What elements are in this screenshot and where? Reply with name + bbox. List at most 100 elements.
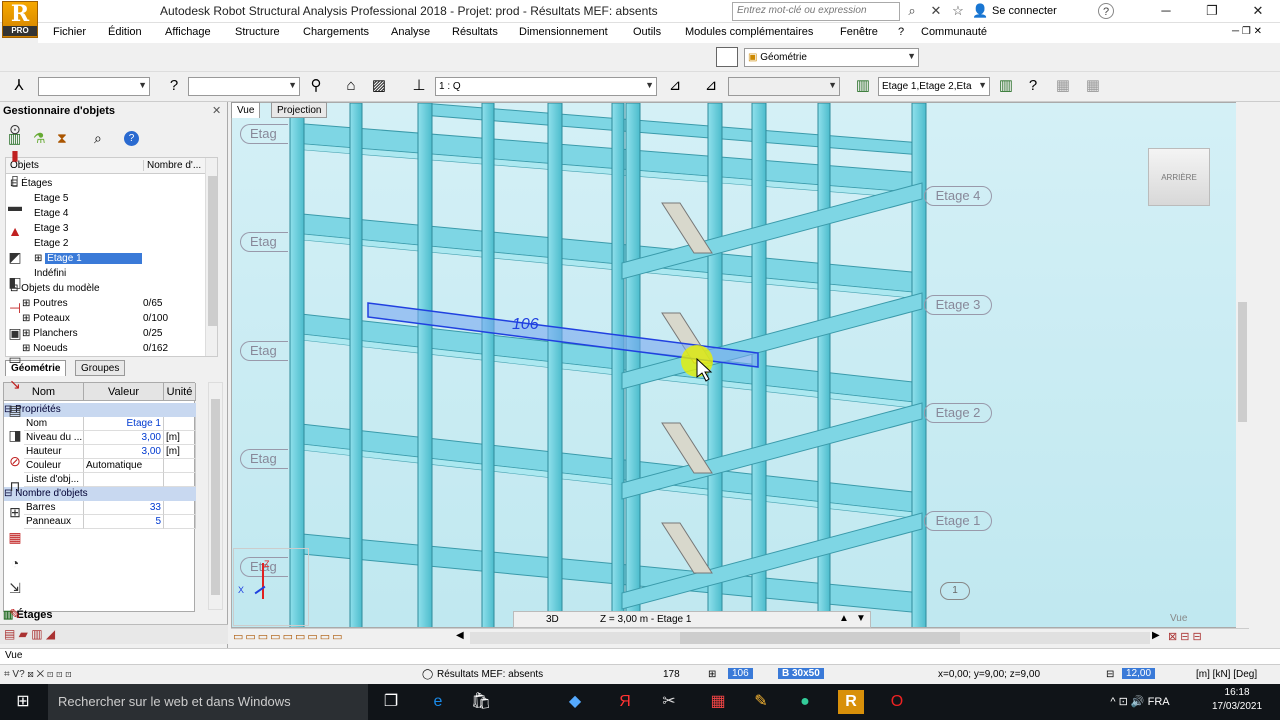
tree-item[interactable]: Indéfini bbox=[34, 268, 66, 279]
home-icon[interactable]: ⌂ bbox=[340, 75, 362, 97]
signin-link[interactable]: Se connecter bbox=[992, 5, 1057, 17]
tab-vue[interactable]: Vue bbox=[231, 102, 261, 118]
maximize-button[interactable]: ❐ bbox=[1189, 0, 1235, 23]
material-icon[interactable]: ◧ bbox=[4, 271, 26, 293]
stories-combo[interactable]: Etage 1,Etage 2,Eta ▼ bbox=[878, 77, 990, 96]
filter-icon[interactable]: ⚗ bbox=[33, 130, 46, 147]
tree-item[interactable]: Etage 2 bbox=[34, 238, 68, 249]
property-value[interactable]: 33 bbox=[84, 501, 164, 515]
search-icon[interactable]: ⌕ bbox=[94, 130, 102, 147]
frame-icon[interactable]: ⊓ bbox=[4, 475, 26, 497]
property-value[interactable]: 5 bbox=[84, 515, 164, 529]
tree-scrollbar[interactable] bbox=[205, 158, 217, 356]
panel-tools-icons[interactable]: ▤ ▰ ▥ ◢ bbox=[4, 627, 55, 641]
release-icon[interactable]: ⊣ bbox=[4, 297, 26, 319]
panel-icon[interactable]: ▭ bbox=[4, 348, 26, 370]
soil-icon[interactable]: ◔ bbox=[4, 552, 26, 574]
tree-item[interactable]: ⊞ Noeuds bbox=[22, 343, 68, 354]
column-icon[interactable]: ▯ bbox=[4, 169, 26, 191]
3d-viewport[interactable]: 106 bbox=[231, 102, 1249, 628]
property-value[interactable]: 3,00 bbox=[84, 445, 164, 459]
property-row[interactable]: Barres 33 bbox=[4, 501, 196, 515]
edge-icon[interactable]: e bbox=[425, 690, 451, 714]
panel-close-icon[interactable]: ✕ bbox=[212, 104, 221, 117]
menu-2[interactable]: Affichage bbox=[165, 26, 211, 38]
units-label[interactable]: [m] [kN] [Deg] bbox=[1196, 669, 1257, 680]
bottom-right-tools[interactable]: ⊠ ⊟ ⊟ bbox=[1168, 630, 1202, 643]
menu-8[interactable]: Outils bbox=[633, 26, 661, 38]
property-row[interactable]: Panneaux 5 bbox=[4, 515, 196, 529]
story-help-icon[interactable]: ? bbox=[1022, 75, 1044, 97]
menu-3[interactable]: Structure bbox=[235, 26, 280, 38]
selection-help-icon[interactable]: ? bbox=[163, 75, 185, 97]
export-icon[interactable]: ⇲ bbox=[4, 577, 26, 599]
filter-combo[interactable]: ▼ bbox=[188, 77, 300, 96]
case-prev-icon[interactable]: ⊿ bbox=[664, 75, 686, 97]
windows-start-icon[interactable]: ⊞ bbox=[10, 690, 36, 714]
props-scrollbar[interactable] bbox=[208, 382, 223, 610]
select-icon[interactable]: ⅄ bbox=[8, 75, 30, 97]
property-row[interactable]: Couleur Automatique bbox=[4, 459, 196, 473]
beam-icon[interactable]: ▬ bbox=[4, 195, 26, 217]
clock[interactable]: 16:18 17/03/2021 bbox=[1212, 686, 1262, 714]
help-icon[interactable]: ? bbox=[124, 131, 139, 146]
view-cube[interactable]: ARRIÈRE bbox=[1148, 148, 1210, 206]
tree-item[interactable]: ⊞ Etage 1 bbox=[34, 253, 142, 264]
load-case-combo[interactable]: 1 : Q ▼ bbox=[435, 77, 657, 96]
user-icon[interactable]: 👤 bbox=[972, 3, 988, 19]
property-value[interactable] bbox=[84, 473, 164, 487]
menu-4[interactable]: Chargements bbox=[303, 26, 369, 38]
shade-icon[interactable]: ▨ bbox=[368, 75, 390, 97]
tree-item[interactable]: Etage 4 bbox=[34, 208, 68, 219]
col-count[interactable]: Nombre d'... bbox=[143, 160, 201, 171]
help-icon[interactable]: ? bbox=[1098, 3, 1114, 19]
layout-icon[interactable] bbox=[716, 47, 738, 67]
col-unite[interactable]: Unité bbox=[164, 383, 196, 401]
story-up-icon[interactable]: ▥ bbox=[995, 75, 1017, 97]
case-icon[interactable]: ⊥ bbox=[408, 75, 430, 97]
arrow-down-icon[interactable]: ▼ bbox=[856, 613, 866, 624]
menu-1[interactable]: Édition bbox=[108, 26, 142, 38]
section-icon[interactable]: ◩ bbox=[4, 246, 26, 268]
property-value[interactable]: 3,00 bbox=[84, 431, 164, 445]
tree-item[interactable]: Etage 5 bbox=[34, 193, 68, 204]
mode-combo[interactable]: ▼ bbox=[728, 77, 840, 96]
menu-12[interactable]: Communauté bbox=[921, 26, 987, 38]
opening-icon[interactable]: ⊘ bbox=[4, 450, 26, 472]
property-value[interactable]: Etage 1 bbox=[84, 417, 164, 431]
menu-11[interactable]: ? bbox=[898, 26, 904, 38]
support-icon[interactable]: ▲ bbox=[4, 220, 26, 242]
property-value[interactable]: Automatique bbox=[84, 459, 164, 473]
search-input[interactable]: Entrez mot-clé ou expression bbox=[732, 2, 900, 21]
arrow-up-icon[interactable]: ▲ bbox=[839, 613, 849, 624]
pencil-icon[interactable]: ✎ bbox=[748, 690, 774, 714]
display-tools-icons[interactable]: ▭▭▭▭▭▭▭▭▭ bbox=[233, 630, 345, 643]
robot-logo[interactable]: R PRO bbox=[2, 1, 38, 38]
filter-icon[interactable]: ⚲ bbox=[305, 75, 327, 97]
bar-icon[interactable]: ▮ bbox=[4, 144, 26, 166]
opera-icon[interactable]: O bbox=[884, 690, 910, 714]
tree-item[interactable]: ⊞ Planchers bbox=[22, 328, 78, 339]
tab-groupes[interactable]: Groupes bbox=[75, 360, 126, 376]
tool-icon[interactable]: ✂ bbox=[656, 690, 682, 714]
rec-icon[interactable]: ● bbox=[792, 690, 818, 714]
property-row[interactable]: Hauteur 3,00 [m] bbox=[4, 445, 196, 459]
minimize-button[interactable]: ─ bbox=[1143, 0, 1189, 23]
view-mode[interactable]: 3D bbox=[546, 614, 559, 625]
property-row[interactable]: Nom Etage 1 bbox=[4, 417, 196, 431]
close-button[interactable]: ✕ bbox=[1235, 0, 1280, 23]
selection-combo[interactable]: ▼ bbox=[38, 77, 150, 96]
app-icon[interactable]: ◆ bbox=[562, 690, 588, 714]
hourglass-icon[interactable]: ⧗ bbox=[57, 130, 67, 147]
layout-combo[interactable]: ▣ Géométrie ▼ bbox=[744, 48, 919, 67]
menu-10[interactable]: Fenêtre bbox=[840, 26, 878, 38]
yandex-icon[interactable]: Я bbox=[612, 690, 638, 714]
settings-icon[interactable]: ✎ bbox=[4, 603, 26, 625]
stories-icon[interactable]: ▥ bbox=[852, 75, 874, 97]
story-table-icon[interactable]: ▦ bbox=[1052, 75, 1074, 97]
tray-icons[interactable]: ^ ⊡ 🔊 FRA bbox=[1090, 690, 1190, 714]
viewport-hscroll[interactable] bbox=[470, 632, 1150, 644]
taskbar-search[interactable]: Rechercher sur le web et dans Windows bbox=[48, 684, 368, 720]
star-icon[interactable]: ☆ bbox=[950, 3, 966, 19]
section-label[interactable]: B 30x50 bbox=[778, 668, 824, 679]
